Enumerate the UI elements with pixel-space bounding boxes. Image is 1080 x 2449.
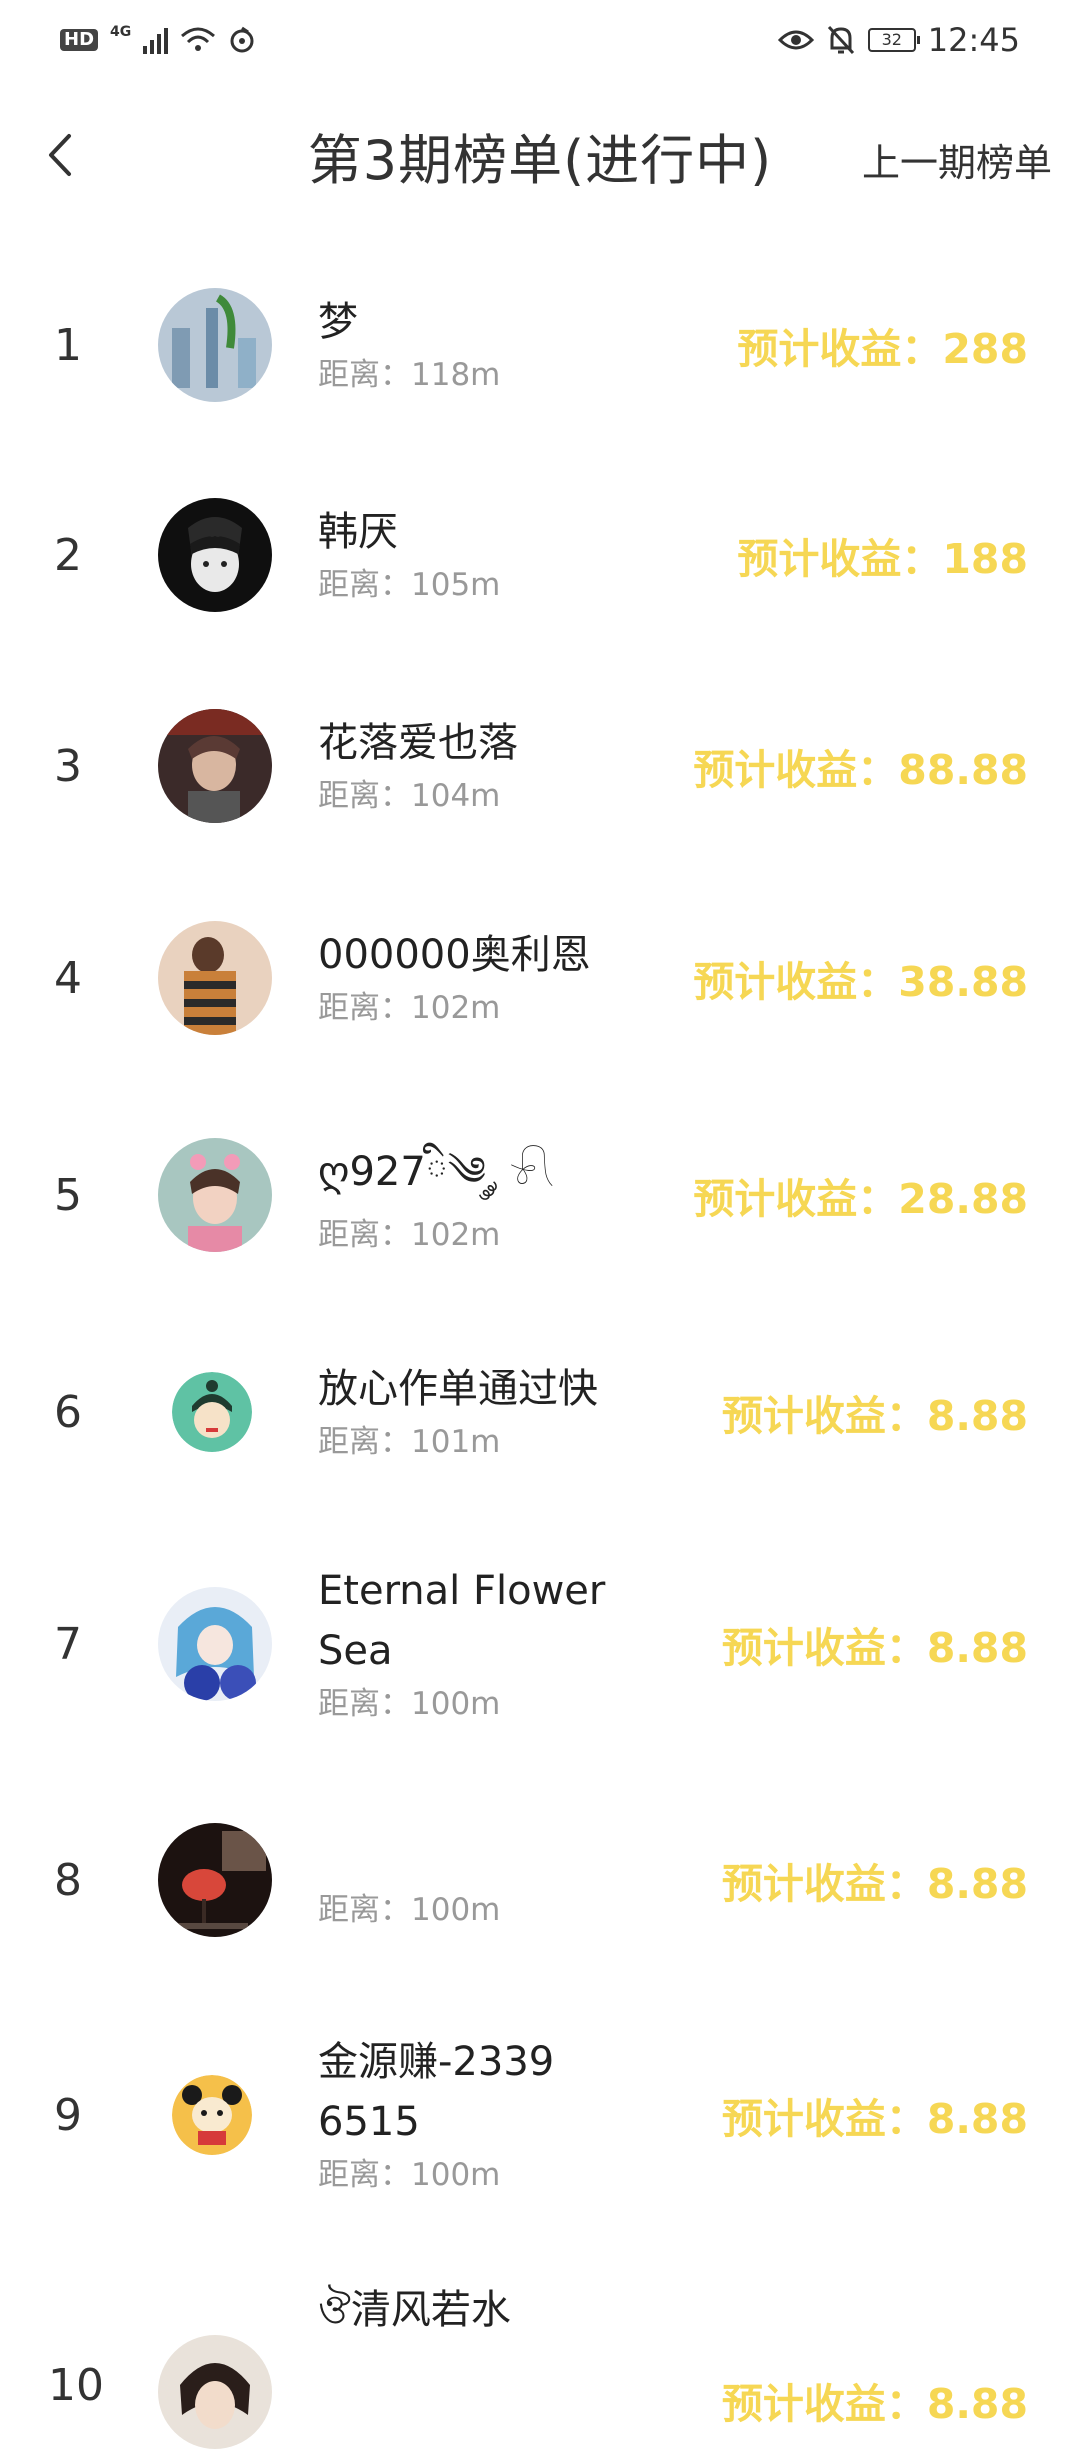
rank-number: 10 xyxy=(48,2360,104,2411)
rank-number: 9 xyxy=(54,2089,82,2141)
user-info: 金源赚-23396515 距离：100m xyxy=(318,2032,738,2198)
distance: 距离：105m xyxy=(318,567,501,603)
status-left: HD 4G xyxy=(60,24,256,54)
user-name: ঔ清风若水 xyxy=(318,2287,511,2333)
user-info: Eternal Flower Sea 距离：100m xyxy=(318,1561,738,1727)
rank-row[interactable]: 4 000000奥利恩 距离：102m 预计收益：38.88 xyxy=(0,872,1080,1084)
distance: 距离：104m xyxy=(318,778,501,814)
user-name: 梦 xyxy=(318,299,358,345)
estimated-earnings: 预计收益：88.88 xyxy=(693,746,1028,794)
rank-number: 2 xyxy=(54,529,82,581)
estimated-earnings: 预计收益：8.88 xyxy=(721,1392,1028,1440)
rank-row[interactable]: 5 ღ927ི༄ ༘ 𓍯 距离：102m 预计收益：28.88 xyxy=(0,1084,1080,1306)
avatar[interactable] xyxy=(158,498,272,612)
user-name xyxy=(318,1827,738,1887)
distance: 距离：101m xyxy=(318,1424,501,1460)
avatar[interactable] xyxy=(158,2335,272,2449)
user-info: 000000奥利恩 距离：102m xyxy=(318,925,738,1031)
user-name: 韩厌 xyxy=(318,509,398,555)
avatar[interactable] xyxy=(172,1372,252,1452)
user-name: 金源赚-23396515 xyxy=(318,2039,555,2145)
rank-row[interactable]: 3 花落爱也落 距离：104m 预计收益：88.88 xyxy=(0,660,1080,872)
distance: 距离：100m xyxy=(318,1892,501,1928)
rank-number: 4 xyxy=(54,952,82,1004)
distance: 距离：102m xyxy=(318,1217,501,1253)
avatar[interactable] xyxy=(172,2075,252,2155)
user-info: 花落爱也落 距离：104m xyxy=(318,713,738,819)
user-name: 000000奥利恩 xyxy=(318,932,591,978)
rank-number: 1 xyxy=(54,319,82,371)
estimated-earnings: 预计收益：38.88 xyxy=(693,958,1028,1006)
sync-icon xyxy=(230,26,254,53)
estimated-earnings: 预计收益：8.88 xyxy=(721,1860,1028,1908)
avatar[interactable] xyxy=(158,288,272,402)
rank-row[interactable]: 7 Eternal Flower Sea 距离：100m 预计收益：8.88 xyxy=(0,1518,1080,1770)
user-info: 距离：100m xyxy=(318,1827,738,1933)
avatar[interactable] xyxy=(158,1138,272,1252)
rank-list: 1 梦 距离：118m 预计收益：288 2 韩厌 距离：105m 预计收益：1… xyxy=(0,240,1080,2449)
back-button[interactable] xyxy=(30,125,90,185)
estimated-earnings: 预计收益：8.88 xyxy=(721,2380,1028,2428)
avatar[interactable] xyxy=(158,1587,272,1701)
avatar[interactable] xyxy=(158,709,272,823)
rank-row[interactable]: 6 放心作单通过快 距离：101m 预计收益：8.88 xyxy=(0,1306,1080,1518)
hd-icon: HD xyxy=(60,29,99,51)
previous-period-link[interactable]: 上一期榜单 xyxy=(862,132,1052,187)
status-right: 32 12:45 xyxy=(777,21,1020,59)
user-info: ঔ清风若水 xyxy=(318,2280,738,2340)
network-type: 4G xyxy=(110,24,132,40)
rank-number: 6 xyxy=(54,1386,82,1438)
chevron-left-icon xyxy=(49,134,71,176)
estimated-earnings: 预计收益：8.88 xyxy=(721,1624,1028,1672)
distance: 距离：102m xyxy=(318,990,501,1026)
estimated-earnings: 预计收益：8.88 xyxy=(721,2095,1028,2143)
user-info: 韩厌 距离：105m xyxy=(318,502,738,608)
eye-icon xyxy=(777,30,814,50)
user-name: Eternal Flower Sea xyxy=(318,1568,606,1674)
page-title: 第3期榜单(进行中) xyxy=(307,128,773,192)
wifi-icon xyxy=(181,27,216,51)
user-name: 放心作单通过快 xyxy=(318,1366,598,1412)
rank-row[interactable]: 2 韩厌 距离：105m 预计收益：188 xyxy=(0,450,1080,660)
rank-row[interactable]: 9 金源赚-23396515 距离：100m 预计收益：8.88 xyxy=(0,1990,1080,2240)
rank-number: 8 xyxy=(54,1854,82,1906)
user-name: 花落爱也落 xyxy=(318,720,518,766)
rank-number: 3 xyxy=(54,740,82,792)
estimated-earnings: 预计收益：188 xyxy=(737,535,1028,583)
user-info: ღ927ི༄ ༘ 𓍯 距离：102m xyxy=(318,1132,738,1258)
rank-number: 5 xyxy=(54,1169,82,1221)
distance: 距离：100m xyxy=(318,2157,501,2193)
distance: 距离：118m xyxy=(318,357,501,393)
mute-bell-icon xyxy=(827,25,854,55)
rank-row[interactable]: 10 ঔ清风若水 预计收益：8.88 xyxy=(0,2240,1080,2449)
distance: 距离：100m xyxy=(318,1686,501,1722)
header: 第3期榜单(进行中) 上一期榜单 xyxy=(0,90,1080,220)
user-name: ღ927ི༄ ༘ 𓍯 xyxy=(318,1149,555,1195)
user-info: 梦 距离：118m xyxy=(318,292,738,398)
estimated-earnings: 预计收益：288 xyxy=(737,325,1028,373)
rank-row[interactable]: 8 距离：100m 预计收益：8.88 xyxy=(0,1770,1080,1990)
rank-row[interactable]: 1 梦 距离：118m 预计收益：288 xyxy=(0,240,1080,450)
battery-icon: 32 xyxy=(867,28,920,52)
user-info: 放心作单通过快 距离：101m xyxy=(318,1359,738,1465)
status-bar: HD 4G 32 12:45 xyxy=(0,0,1080,80)
signal-icon xyxy=(143,26,169,54)
estimated-earnings: 预计收益：28.88 xyxy=(693,1175,1028,1223)
clock: 12:45 xyxy=(927,21,1020,59)
avatar[interactable] xyxy=(158,1823,272,1937)
avatar[interactable] xyxy=(158,921,272,1035)
rank-number: 7 xyxy=(54,1618,82,1670)
